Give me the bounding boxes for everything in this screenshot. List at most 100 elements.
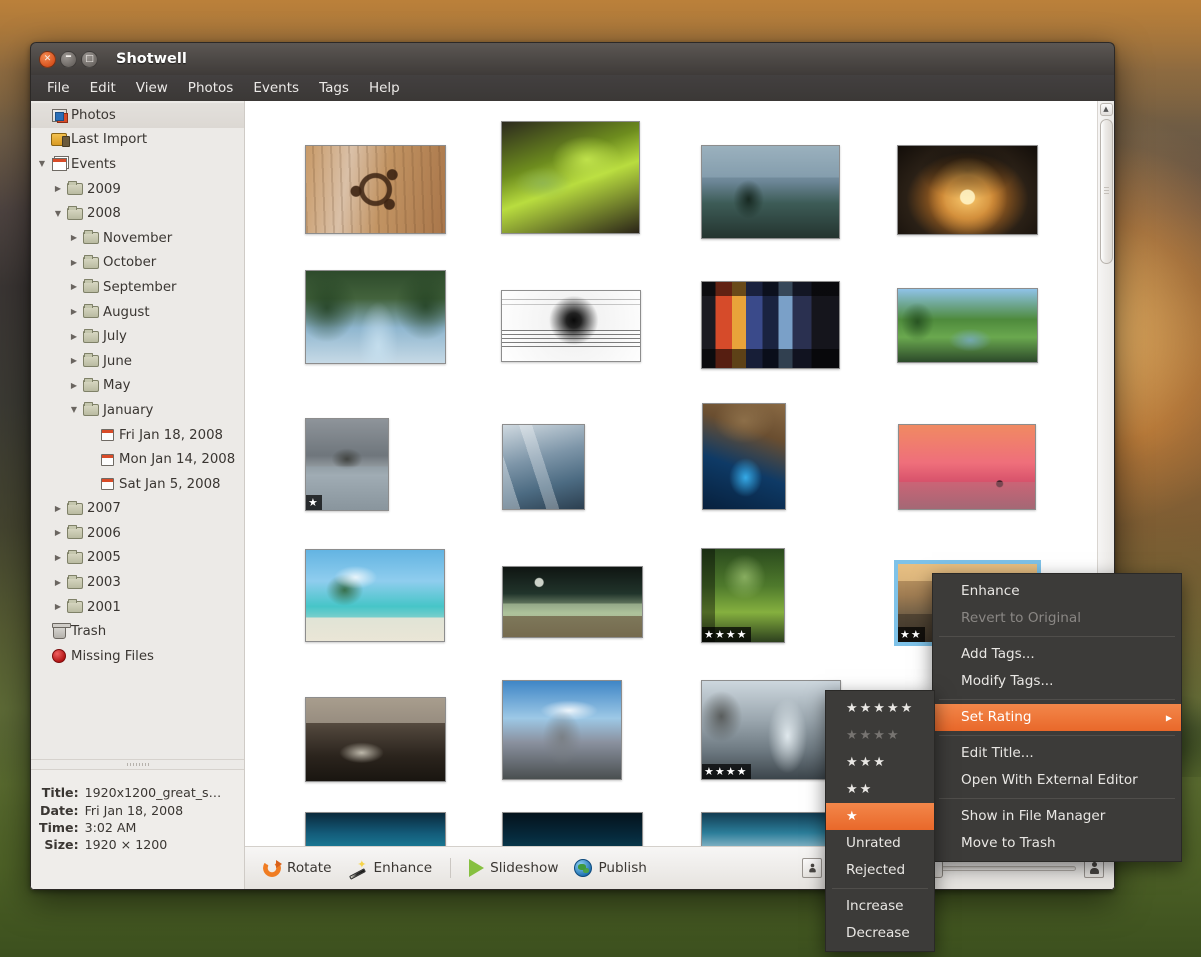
photo-cell[interactable]: [305, 697, 446, 782]
sidebar-item-trash[interactable]: Trash: [31, 619, 244, 644]
menu-item-show-in-file-manager[interactable]: Show in File Manager: [933, 803, 1181, 830]
sidebar-item-2005[interactable]: 2005: [31, 546, 244, 571]
scrollbar-thumb[interactable]: [1100, 119, 1113, 264]
sidebar-item-july[interactable]: July: [31, 324, 244, 349]
sidebar-item-september[interactable]: September: [31, 275, 244, 300]
sidebar-item-missing-files[interactable]: Missing Files: [31, 644, 244, 669]
photo-context-menu[interactable]: EnhanceRevert to OriginalAdd Tags...Modi…: [932, 573, 1182, 862]
chevron-right-icon[interactable]: [67, 308, 81, 316]
menu-events[interactable]: Events: [243, 77, 309, 99]
chevron-down-icon[interactable]: [51, 210, 65, 218]
photo-thumbnail-ice-spires[interactable]: [502, 424, 585, 510]
photo-thumbnail-castle-reflection[interactable]: ★: [305, 418, 389, 511]
photo-cell[interactable]: [305, 549, 445, 642]
photo-thumbnail-color-bars[interactable]: [701, 281, 840, 369]
photo-cell[interactable]: [502, 812, 643, 846]
chevron-right-icon[interactable]: [51, 603, 65, 611]
menu-item-[interactable]: ★★: [826, 776, 934, 803]
sidebar-item-photos[interactable]: Photos: [31, 103, 244, 128]
photo-cell[interactable]: [701, 812, 842, 846]
enhance-button[interactable]: ✦ Enhance: [340, 855, 441, 881]
photo-thumbnail-partial-top-row-a[interactable]: [305, 812, 446, 846]
chevron-down-icon[interactable]: [67, 406, 81, 414]
photo-cell[interactable]: [701, 145, 840, 239]
menu-file[interactable]: File: [39, 77, 80, 99]
photo-cell[interactable]: [502, 680, 622, 780]
sidebar-item-last-import[interactable]: Last Import: [31, 128, 244, 153]
sidebar-item-events[interactable]: Events: [31, 152, 244, 177]
close-button[interactable]: ✕: [39, 51, 56, 68]
photo-cell[interactable]: [897, 288, 1038, 363]
menu-tags[interactable]: Tags: [309, 77, 359, 99]
photo-thumbnail-cerro-torre[interactable]: [502, 680, 622, 780]
rotate-button[interactable]: Rotate: [255, 855, 340, 881]
menu-item-open-with-external-editor[interactable]: Open With External Editor: [933, 767, 1181, 794]
photo-thumbnail-winter-road-trees[interactable]: ★★★★: [701, 680, 841, 780]
menu-item-unrated[interactable]: Unrated: [826, 830, 934, 857]
set-rating-submenu[interactable]: ★★★★★★★★★★★★★★★UnratedRejectedIncreaseDe…: [825, 690, 935, 952]
chevron-right-icon[interactable]: [67, 357, 81, 365]
photo-thumbnail-forest-river[interactable]: [305, 270, 446, 364]
photo-cell[interactable]: [501, 290, 641, 362]
chevron-right-icon[interactable]: [67, 382, 81, 390]
photo-cell[interactable]: [702, 403, 786, 510]
menu-item-[interactable]: ★★★: [826, 749, 934, 776]
sidebar-item-2003[interactable]: 2003: [31, 570, 244, 595]
sidebar-item-2001[interactable]: 2001: [31, 595, 244, 620]
photo-cell[interactable]: [898, 424, 1036, 510]
chevron-down-icon[interactable]: [35, 160, 49, 168]
library-tree[interactable]: PhotosLast ImportEvents20092008NovemberO…: [31, 101, 244, 759]
menu-photos[interactable]: Photos: [178, 77, 244, 99]
sidebar-resize-handle[interactable]: [31, 759, 244, 769]
chevron-right-icon[interactable]: [51, 185, 65, 193]
photo-thumbnail-partial-top-row-b[interactable]: [502, 812, 643, 846]
menu-edit[interactable]: Edit: [80, 77, 126, 99]
menu-item-enhance[interactable]: Enhance: [933, 578, 1181, 605]
sidebar-item-january[interactable]: January: [31, 398, 244, 423]
menu-item-move-to-trash[interactable]: Move to Trash: [933, 830, 1181, 857]
menu-item-increase[interactable]: Increase: [826, 893, 934, 920]
photo-thumbnail-blue-cave[interactable]: [702, 403, 786, 510]
menu-item-rejected[interactable]: Rejected: [826, 857, 934, 884]
maximize-button[interactable]: □: [81, 51, 98, 68]
chevron-right-icon[interactable]: [51, 579, 65, 587]
sidebar-item-2006[interactable]: 2006: [31, 521, 244, 546]
menu-item-set-rating[interactable]: Set Rating▶: [933, 704, 1181, 731]
chevron-right-icon[interactable]: [67, 333, 81, 341]
menu-item-edit-title[interactable]: Edit Title...: [933, 740, 1181, 767]
photo-cell[interactable]: ★★★★: [701, 680, 841, 780]
photo-thumbnail-sunset-arch[interactable]: [897, 145, 1038, 235]
scroll-up-icon[interactable]: ▲: [1100, 103, 1113, 116]
sidebar-item-october[interactable]: October: [31, 251, 244, 276]
photo-thumbnail-barn-field-dusk[interactable]: [305, 697, 446, 782]
photo-cell[interactable]: [897, 145, 1038, 235]
photo-thumbnail-palm-beach[interactable]: [305, 549, 445, 642]
photo-thumbnail-willow-path[interactable]: ★★★★: [701, 548, 785, 643]
photo-cell[interactable]: ★: [305, 418, 389, 511]
publish-button[interactable]: Publish: [566, 855, 654, 881]
chevron-right-icon[interactable]: [51, 529, 65, 537]
menu-view[interactable]: View: [126, 77, 178, 99]
sidebar-item-2007[interactable]: 2007: [31, 497, 244, 522]
minimize-button[interactable]: –: [60, 51, 77, 68]
slideshow-button[interactable]: Slideshow: [461, 855, 566, 881]
photo-thumbnail-green-plant[interactable]: [501, 121, 640, 234]
menu-help[interactable]: Help: [359, 77, 410, 99]
photo-cell[interactable]: [305, 145, 446, 234]
sidebar-item-november[interactable]: November: [31, 226, 244, 251]
photo-cell[interactable]: [701, 281, 840, 369]
sidebar-item-june[interactable]: June: [31, 349, 244, 374]
photo-thumbnail-lake-tree[interactable]: [701, 145, 840, 239]
chevron-right-icon[interactable]: [67, 283, 81, 291]
menu-item-[interactable]: ★★★★★: [826, 695, 934, 722]
photo-cell[interactable]: ★★★★: [701, 548, 785, 643]
sidebar-item-mon-jan-14-2008[interactable]: Mon Jan 14, 2008: [31, 447, 244, 472]
photo-cell[interactable]: [501, 121, 640, 234]
sidebar-item-august[interactable]: August: [31, 300, 244, 325]
photo-cell[interactable]: [305, 270, 446, 364]
photo-cell[interactable]: [502, 424, 585, 510]
photo-thumbnail-route-66-road[interactable]: [502, 566, 643, 638]
sidebar-item-fri-jan-18-2008[interactable]: Fri Jan 18, 2008: [31, 423, 244, 448]
photo-thumbnail-green-lake-park[interactable]: [897, 288, 1038, 363]
sidebar-item-2008[interactable]: 2008: [31, 201, 244, 226]
